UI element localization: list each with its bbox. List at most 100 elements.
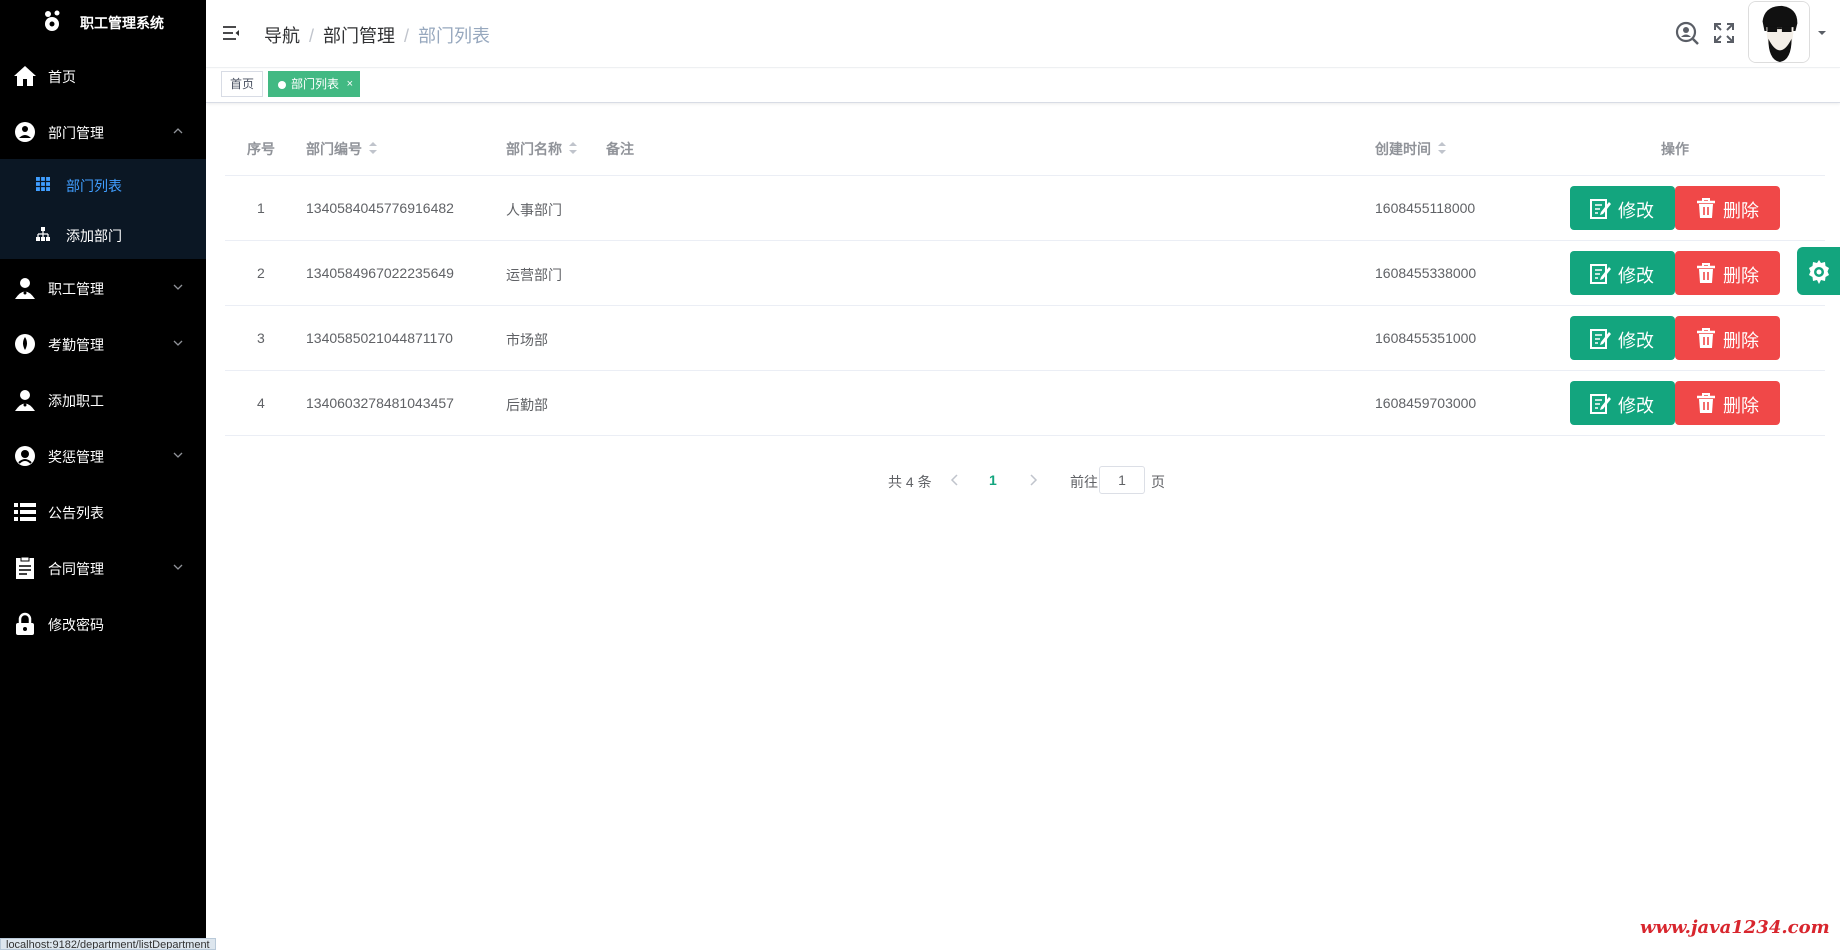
delete-button[interactable]: 删除 [1675,316,1780,360]
edit-icon [1590,264,1611,284]
edit-label: 修改 [1618,331,1654,351]
table-row: 1 1340584045776916482 人事部门 1608455118000… [225,176,1825,241]
cell-name: 人事部门 [506,202,562,218]
sort-icon[interactable] [368,141,378,155]
fullscreen-icon[interactable] [1713,22,1735,44]
cell-created: 1608455351000 [1375,330,1477,346]
delete-button[interactable]: 删除 [1675,251,1780,295]
pagination-page-current[interactable]: 1 [989,472,997,488]
tag-department-list[interactable]: 部门列表 × [268,71,361,97]
tag-home[interactable]: 首页 [221,71,264,97]
org-tree-icon [36,227,50,241]
edit-icon [1590,329,1611,349]
app-logo[interactable]: 职工管理系统 [0,0,206,42]
department-icon [15,122,35,142]
sidebar: 职工管理系统 首页 部门管理 部门列表 添加部门 职工管理 考勤管理 添加职工 … [0,0,206,950]
lock-icon [16,612,34,635]
search-icon[interactable] [1674,20,1700,46]
sidebar-item-label: 部门管理 [48,125,104,141]
table-header-row: 序号 部门编号 部门名称 备注 创建时间 操作 [225,120,1825,176]
top-header: 导航 / 部门管理 / 部门列表 [206,0,1840,68]
sidebar-item-label: 公告列表 [48,505,104,521]
sidebar-item-department-list[interactable]: 部门列表 [0,159,206,209]
sidebar-item-reward-punishment[interactable]: 奖惩管理 [0,428,206,484]
close-icon[interactable]: × [347,72,353,96]
breadcrumb-current: 部门列表 [418,26,491,46]
contract-icon [16,556,34,579]
avatar[interactable] [1748,1,1810,63]
edit-button[interactable]: 修改 [1570,381,1675,425]
chevron-down-icon [173,564,183,570]
sort-icon[interactable] [568,141,578,155]
chevron-left-icon[interactable] [948,473,962,487]
breadcrumb-item[interactable]: 导航 [264,26,300,46]
edit-icon [1590,394,1611,414]
trash-icon [1697,328,1715,348]
sidebar-item-change-password[interactable]: 修改密码 [0,596,206,652]
trash-icon [1697,198,1715,218]
sidebar-item-label: 职工管理 [48,281,104,297]
column-header-created[interactable]: 创建时间 [1375,139,1447,159]
delete-label: 删除 [1723,201,1759,221]
settings-button[interactable] [1797,247,1840,295]
delete-button[interactable]: 删除 [1675,381,1780,425]
edit-button[interactable]: 修改 [1570,251,1675,295]
cell-code: 1340584045776916482 [306,200,454,216]
sidebar-item-contract-management[interactable]: 合同管理 [0,540,206,596]
sidebar-item-attendance[interactable]: 考勤管理 [0,316,206,372]
breadcrumb-item[interactable]: 部门管理 [323,26,395,46]
pagination-goto-label: 前往 [1070,474,1098,490]
sidebar-item-notice-list[interactable]: 公告列表 [0,484,206,540]
avatar-portrait-icon [1749,2,1809,62]
sidebar-item-label: 添加职工 [48,393,104,409]
edit-button[interactable]: 修改 [1570,186,1675,230]
cell-code: 1340585021044871170 [306,330,453,346]
chevron-down-icon [173,284,183,290]
sidebar-item-home[interactable]: 首页 [0,48,206,104]
pagination-goto-input[interactable] [1099,466,1145,494]
delete-label: 删除 [1723,266,1759,286]
breadcrumb-separator: / [404,26,410,46]
edit-label: 修改 [1618,266,1654,286]
column-header-name[interactable]: 部门名称 [506,139,578,159]
sidebar-item-department-management[interactable]: 部门管理 [0,104,206,160]
column-header-label: 部门名称 [506,141,562,157]
chevron-right-icon[interactable] [1026,473,1040,487]
app-root: 职工管理系统 首页 部门管理 部门列表 添加部门 职工管理 考勤管理 添加职工 … [0,0,1840,950]
cell-index: 1 [257,200,265,216]
attendance-icon [15,334,35,354]
cell-code: 1340584967022235649 [306,265,454,281]
column-header-code[interactable]: 部门编号 [306,139,378,159]
cell-created: 1608455338000 [1375,265,1477,281]
cell-index: 4 [257,395,265,411]
sidebar-item-employee-management[interactable]: 职工管理 [0,260,206,316]
tags-view-bar: 首页 部门列表 × [206,69,1840,103]
sidebar-item-add-department[interactable]: 添加部门 [0,209,206,259]
cell-code: 1340603278481043457 [306,395,454,411]
watermark-text: www.java1234.com [1640,917,1830,938]
tag-label: 部门列表 [291,77,340,91]
home-icon [14,66,36,86]
caret-down-icon[interactable] [1817,29,1827,37]
sidebar-item-add-employee[interactable]: 添加职工 [0,372,206,428]
chevron-up-icon [173,128,183,134]
breadcrumb: 导航 / 部门管理 / 部门列表 [264,22,490,48]
column-header-remark: 备注 [606,141,634,157]
user-icon [15,390,35,411]
edit-icon [1590,199,1611,219]
trash-icon [1697,393,1715,413]
sidebar-item-label: 添加部门 [66,228,122,244]
breadcrumb-separator: / [309,26,315,46]
active-dot-icon [278,81,286,89]
logo-icon [45,10,60,31]
department-submenu: 部门列表 添加部门 [0,159,206,259]
column-header-label: 创建时间 [1375,141,1431,157]
edit-button[interactable]: 修改 [1570,316,1675,360]
sort-icon[interactable] [1437,141,1447,155]
user-icon [15,278,35,299]
cell-index: 2 [257,265,265,281]
table-row: 3 1340585021044871170 市场部 1608455351000 … [225,306,1825,371]
hamburger-icon[interactable] [222,24,240,42]
delete-button[interactable]: 删除 [1675,186,1780,230]
cell-name: 后勤部 [506,397,548,413]
